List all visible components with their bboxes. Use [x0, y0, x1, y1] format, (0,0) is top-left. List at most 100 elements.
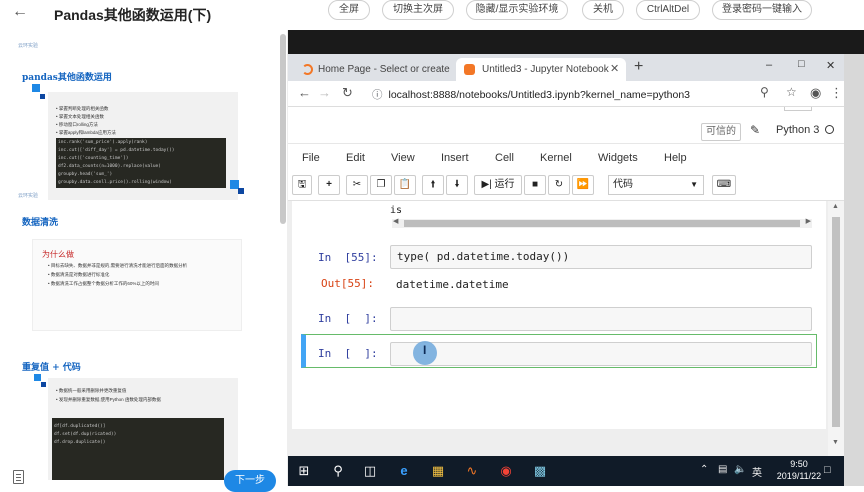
maximize-button[interactable]: □ [798, 58, 805, 70]
slides-panel[interactable]: 云环实验 pandas其他函数运用 掌握判断处理的相关函数 掌握文本处理相关函数… [0, 30, 288, 492]
search-icon[interactable]: ⚲ [328, 463, 348, 479]
account-icon[interactable]: ◉ [810, 85, 821, 101]
switch-screen-button[interactable]: 切换主次屏 [382, 0, 454, 20]
menu-kernel[interactable]: Kernel [540, 152, 572, 164]
document-icon[interactable] [13, 470, 24, 484]
logout-button-edge [784, 107, 812, 111]
code-line: df.drop.duplicate() [54, 440, 106, 445]
python-app-icon[interactable]: ▩ [530, 463, 550, 479]
reload-icon[interactable]: ↻ [342, 85, 353, 101]
interrupt-icon[interactable]: ■ [524, 175, 546, 195]
move-up-icon[interactable]: 🠙 [422, 175, 444, 195]
arrow-left-icon[interactable]: ← [12, 3, 28, 21]
desktop-background [288, 30, 864, 54]
tray-chevron-up-icon[interactable]: ⌃ [700, 464, 708, 475]
password-autofill-button[interactable]: 登录密码一键输入 [712, 0, 812, 20]
close-window-button[interactable]: ✕ [826, 59, 835, 72]
code-cell-input[interactable]: type( pd.datetime.today()) [390, 245, 812, 269]
code-line: inc.cut(['diff_day'] = pd.datetime.today… [58, 148, 175, 153]
network-icon[interactable]: ▤ [718, 464, 727, 475]
system-clock[interactable]: 9:50 2019/11/22 [774, 458, 824, 482]
tab-home-page[interactable]: Home Page - Select or create [296, 58, 456, 81]
run-icon: ▶| [481, 179, 492, 190]
slide-section-title: 数据清洗 [22, 218, 59, 228]
windows-start-icon[interactable]: ⊞ [294, 463, 314, 479]
output-scrollbar[interactable]: ◀ ▶ [392, 217, 812, 228]
notebook-page: is ◀ ▶ In [55]: type( pd.datetime.today(… [292, 201, 826, 429]
chrome-icon[interactable]: ◉ [496, 463, 516, 479]
menu-kebab-icon[interactable]: ⋮ [830, 85, 843, 101]
new-tab-button[interactable]: + [634, 58, 643, 76]
task-view-icon[interactable]: ◫ [360, 463, 380, 479]
edge-icon[interactable]: e [394, 463, 414, 478]
menu-widgets[interactable]: Widgets [598, 152, 638, 164]
code-cell-input[interactable] [390, 342, 812, 366]
menu-file[interactable]: File [302, 152, 320, 164]
chevron-up-icon[interactable]: ▲ [832, 203, 839, 210]
windows-taskbar: ⊞ ⚲ ◫ e ▦ ∿ ◉ ▩ ⌃ ▤ 🔈 英 9:50 2019/11/22 … [288, 456, 844, 486]
cell-type-select[interactable]: 代码 ▼ [608, 175, 704, 195]
file-explorer-icon[interactable]: ▦ [428, 463, 448, 479]
cell-in-prompt: In [55]: [318, 251, 378, 264]
move-down-icon[interactable]: 🠛 [446, 175, 468, 195]
shutdown-button[interactable]: 关机 [582, 0, 624, 20]
bookmark-star-icon[interactable]: ☆ [786, 85, 797, 99]
code-line: inc.cut(['counting_time']) [58, 156, 129, 161]
minimize-button[interactable]: – [766, 59, 772, 71]
jupyter-header: 可信的 ✎ Python 3 [288, 107, 844, 143]
slide-bullet: 发现并删除重复数据,使用Python 函数处理内部数据 [56, 397, 161, 403]
jupyter-taskbar-icon[interactable]: ∿ [462, 463, 482, 479]
menu-edit[interactable]: Edit [346, 152, 365, 164]
page-scrollbar[interactable]: ▲ ▼ [828, 201, 844, 456]
menu-help[interactable]: Help [664, 152, 687, 164]
notification-icon[interactable]: □ [824, 464, 831, 476]
code-cell-input[interactable] [390, 307, 812, 331]
ctrl-alt-del-button[interactable]: CtrlAltDel [636, 0, 700, 20]
fast-forward-icon[interactable]: ⏩ [572, 175, 594, 195]
remote-desktop[interactable]: Home Page - Select or create Untitled3 -… [288, 30, 864, 486]
slide-bullet: 数据清洗工作占据整个数据分析工作的60%以上的时间 [48, 281, 159, 287]
zoom-icon[interactable]: ⚲ [760, 85, 769, 99]
slide-bullet: 数据统一般采用删除并更改重复值 [56, 388, 127, 394]
chevron-left-icon[interactable]: ◀ [393, 217, 398, 225]
copy-icon[interactable]: ❐ [370, 175, 392, 195]
chevron-down-icon: ▼ [690, 180, 698, 189]
chevron-right-icon[interactable]: ▶ [806, 217, 811, 225]
menu-cell[interactable]: Cell [495, 152, 514, 164]
address-bar: ← → ↻ ⓘ localhost:8888/notebooks/Untitled… [288, 81, 844, 107]
menu-insert[interactable]: Insert [441, 152, 469, 164]
paste-icon[interactable]: 📋 [394, 175, 416, 195]
run-button[interactable]: ▶| 运行 [474, 175, 522, 195]
code-line: groupby.data.conll.price().rolling(windo… [58, 180, 172, 185]
back-icon[interactable]: ← [298, 85, 311, 100]
info-icon: ⓘ [372, 89, 383, 101]
kernel-indicator: Python 3 [776, 124, 835, 136]
next-step-button[interactable]: 下一步 [224, 470, 276, 492]
slide-bullet: 掌握文本处理相关函数 [56, 114, 104, 120]
restart-icon[interactable]: ↻ [548, 175, 570, 195]
slide-2: 数据清洗 为什么做 目标去缺失、数据并非是规的,需要进行清洗才能进行后面的数据分… [12, 205, 274, 340]
fullscreen-button[interactable]: 全屏 [328, 0, 370, 20]
slide-section-title: 重复值 + 代码 [22, 363, 81, 373]
scroll-thumb[interactable] [404, 220, 800, 227]
tab-untitled3[interactable]: Untitled3 - Jupyter Notebook ✕ [456, 58, 626, 81]
close-tab-icon[interactable]: ✕ [610, 58, 619, 81]
save-icon[interactable]: 🖫 [292, 175, 312, 195]
ime-indicator[interactable]: 英 [752, 464, 762, 479]
keyboard-icon[interactable]: ⌨ [712, 175, 736, 195]
scroll-thumb[interactable] [832, 217, 840, 427]
menu-view[interactable]: View [391, 152, 415, 164]
edit-pencil-icon[interactable]: ✎ [750, 123, 760, 137]
code-line: inc.rank('sum_price').apply(rank) [58, 140, 148, 145]
toggle-lab-env-button[interactable]: 隐藏/显示实验环境 [466, 0, 568, 20]
cut-icon[interactable]: ✂ [346, 175, 368, 195]
url-field[interactable]: ⓘ localhost:8888/notebooks/Untitled3.ipyn… [372, 87, 690, 102]
forward-icon[interactable]: → [318, 85, 331, 100]
cell-type-value: 代码 [613, 179, 633, 190]
trusted-badge[interactable]: 可信的 [701, 123, 741, 141]
slides-scrollbar[interactable] [280, 34, 286, 224]
volume-icon[interactable]: 🔈 [734, 464, 746, 475]
chevron-down-icon[interactable]: ▼ [832, 439, 839, 446]
clock-date: 2019/11/22 [776, 471, 822, 481]
add-cell-icon[interactable]: + [318, 175, 340, 195]
